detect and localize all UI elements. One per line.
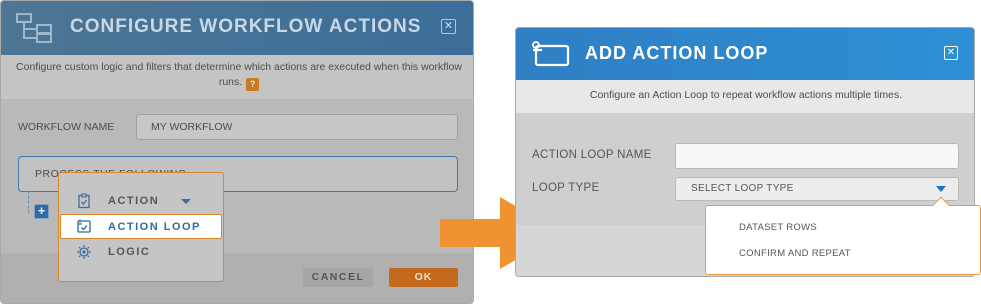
option-dataset-rows[interactable]: DATASET ROWS [739,222,817,233]
loop-check-icon [77,219,91,233]
action-loop-icon [532,41,570,67]
workflow-name-label: WORKFLOW NAME [18,121,115,133]
loop-type-dropdown: DATASET ROWS CONFIRM AND REPEAT [705,196,981,275]
option-confirm-and-repeat[interactable]: CONFIRM AND REPEAT [739,248,851,259]
add-step-button[interactable]: + [34,204,49,219]
menu-item-action-loop[interactable]: ACTION LOOP [60,214,222,239]
help-icon[interactable]: ? [246,78,260,91]
tree-connector [28,191,29,213]
menu-item-logic[interactable]: LOGIC [59,240,223,265]
clipboard-check-icon [78,193,90,209]
dialog-title: CONFIGURE WORKFLOW ACTIONS [70,16,422,37]
workflow-icon [16,13,52,43]
close-button[interactable]: ✕ [441,19,456,34]
menu-item-action[interactable]: ACTION [59,189,223,214]
chevron-down-icon[interactable] [936,186,946,192]
add-step-menu: ACTION ACTION LOOP LOGIC [58,172,224,282]
menu-item-label: ACTION LOOP [108,221,201,233]
action-loop-name-label: ACTION LOOP NAME [532,149,652,161]
close-button[interactable]: ✕ [944,46,958,60]
description-text: Configure custom logic and filters that … [16,61,462,88]
action-loop-name-input[interactable] [675,143,959,169]
menu-item-label: ACTION [108,195,160,207]
loop-type-select[interactable]: SELECT LOOP TYPE [675,177,959,201]
loop-type-label: LOOP TYPE [532,182,600,194]
chevron-down-icon [181,199,191,204]
logic-gear-icon [77,245,91,259]
menu-item-label: LOGIC [108,246,151,258]
ok-button[interactable]: OK [389,268,458,287]
cancel-button[interactable]: CANCEL [303,268,373,287]
dialog-title: ADD ACTION LOOP [585,43,769,63]
dialog-description: Configure an Action Loop to repeat workf… [589,89,903,101]
dialog-description: Configure custom logic and filters that … [11,60,467,91]
workflow-name-input[interactable]: MY WORKFLOW [136,114,458,140]
